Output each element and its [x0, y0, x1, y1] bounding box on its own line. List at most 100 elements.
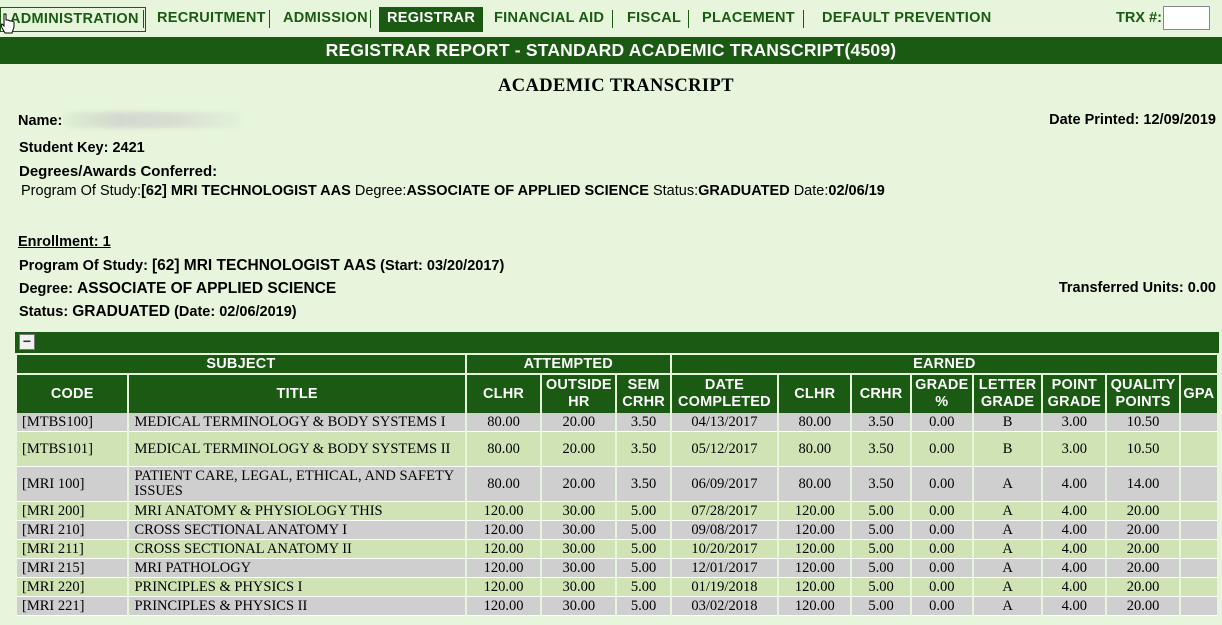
- column-header-sem-crhr: SEM CRHR: [617, 375, 670, 413]
- cell-sem: 5.00: [617, 559, 670, 578]
- column-header-letter-grade: LETTER GRADE: [973, 375, 1042, 413]
- cell-pct: 0.00: [911, 559, 972, 578]
- name-label: Name:: [18, 113, 63, 129]
- transferred-units-value: 0.00: [1187, 280, 1216, 296]
- nav-divider: [688, 10, 689, 28]
- cell-eclhr: 120.00: [779, 540, 851, 559]
- cell-crhr: 3.50: [852, 413, 910, 432]
- nav-admission[interactable]: ADMISSION: [283, 7, 368, 32]
- cell-title: PRINCIPLES & PHYSICS II: [129, 597, 465, 616]
- group-header-earned: EARNED: [671, 355, 1217, 375]
- cell-sem: 5.00: [617, 540, 670, 559]
- report-title-bar: REGISTRAR REPORT - STANDARD ACADEMIC TRA…: [0, 37, 1222, 64]
- cell-title: CROSS SECTIONAL ANATOMY II: [129, 540, 465, 559]
- cell-point: 4.00: [1043, 467, 1106, 502]
- cell-point: 3.00: [1043, 432, 1106, 467]
- cell-gpa: [1180, 502, 1217, 521]
- column-header-date-completed: DATE COMPLETED: [671, 375, 778, 413]
- group-header-attempted: ATTEMPTED: [466, 355, 670, 375]
- cell-letter: A: [973, 467, 1042, 502]
- enrollment-degree-label: Degree:: [19, 281, 73, 297]
- cell-outside: 30.00: [542, 559, 616, 578]
- cell-sem: 5.00: [617, 578, 670, 597]
- cell-sem: 3.50: [617, 467, 670, 502]
- student-name-line: Name:: [18, 112, 243, 129]
- nav-registrar[interactable]: REGISTRAR: [379, 7, 484, 32]
- date-label: Date:: [793, 183, 829, 199]
- cell-code: [MTBS101]: [17, 432, 128, 467]
- cell-pct: 0.00: [911, 502, 972, 521]
- cell-date: 10/20/2017: [671, 540, 778, 559]
- trx-label: TRX #:: [1116, 10, 1162, 26]
- date-printed-value: 12/09/2019: [1143, 112, 1216, 128]
- nav-financial-aid[interactable]: FINANCIAL AID: [494, 7, 604, 32]
- enrollment-program-value: [62] MRI TECHNOLOGIST AAS: [151, 257, 377, 274]
- nav-placement[interactable]: PLACEMENT: [702, 7, 795, 32]
- nav-divider: [479, 10, 480, 28]
- status-value: GRADUATED: [698, 183, 790, 199]
- cell-title: PRINCIPLES & PHYSICS I: [129, 578, 465, 597]
- transferred-units-line: Transferred Units: 0.00: [1059, 280, 1216, 296]
- cell-eclhr: 80.00: [779, 413, 851, 432]
- cell-crhr: 5.00: [852, 559, 910, 578]
- cell-pct: 0.00: [911, 521, 972, 540]
- conferred-degree-line: Program Of Study:[62] MRI TECHNOLOGIST A…: [21, 183, 885, 199]
- table-row: [MRI 215] MRI PATHOLOGY 120.00 30.00 5.00 12/…: [17, 559, 1217, 578]
- nav-default-prevention[interactable]: DEFAULT PREVENTION: [822, 7, 991, 32]
- table-row: [MRI 100] PATIENT CARE, LEGAL, ETHICAL, A…: [17, 467, 1217, 502]
- enrollment-status-label: Status:: [19, 304, 69, 320]
- cell-letter: B: [973, 413, 1042, 432]
- date-printed-line: Date Printed: 12/09/2019: [1049, 112, 1216, 128]
- transferred-units-label: Transferred Units:: [1058, 280, 1184, 296]
- degrees-label: Degrees/Awards Conferred:: [19, 163, 218, 180]
- cell-crhr: 5.00: [852, 578, 910, 597]
- cell-code: [MRI 215]: [17, 559, 128, 578]
- cell-quality: 20.00: [1107, 521, 1179, 540]
- cell-date: 01/19/2018: [671, 578, 778, 597]
- cell-clhr: 120.00: [466, 502, 541, 521]
- cell-point: 4.00: [1043, 521, 1106, 540]
- cell-gpa: [1180, 432, 1217, 467]
- nav-administration[interactable]: ADMINISTRATION: [0, 7, 146, 32]
- column-header-quality-points: QUALITY POINTS: [1107, 375, 1179, 413]
- cell-pct: 0.00: [911, 540, 972, 559]
- enrollment-start-close: ): [499, 258, 505, 274]
- cell-title: MEDICAL TERMINOLOGY & BODY SYSTEMS I: [129, 413, 465, 432]
- cell-date: 05/12/2017: [671, 432, 778, 467]
- cell-letter: A: [973, 578, 1042, 597]
- nav-divider: [269, 10, 270, 28]
- cell-quality: 14.00: [1107, 467, 1179, 502]
- cell-sem: 3.50: [617, 432, 670, 467]
- courses-collapse-bar: −: [15, 332, 1219, 353]
- enrollment-label: Enrollment: 1: [18, 234, 111, 250]
- cell-date: 09/08/2017: [671, 521, 778, 540]
- cell-clhr: 120.00: [466, 521, 541, 540]
- nav-divider: [612, 10, 613, 28]
- cell-clhr: 120.00: [466, 578, 541, 597]
- cell-gpa: [1180, 578, 1217, 597]
- column-header-crhr: CRHR: [852, 375, 910, 413]
- nav-divider: [143, 10, 144, 28]
- enrollment-degree-value: ASSOCIATE OF APPLIED SCIENCE: [77, 280, 337, 297]
- degree-label: Degree:: [354, 183, 407, 199]
- cell-crhr: 5.00: [852, 521, 910, 540]
- cell-clhr: 80.00: [466, 467, 541, 502]
- redacted-name: [64, 112, 243, 128]
- nav-divider: [370, 10, 371, 28]
- table-row: [MTBS100] MEDICAL TERMINOLOGY & BODY SYST…: [17, 413, 1217, 432]
- cell-crhr: 3.50: [852, 432, 910, 467]
- enrollment-start-open: (Start:: [380, 258, 423, 274]
- cell-quality: 10.50: [1107, 432, 1179, 467]
- cell-point: 4.00: [1043, 540, 1106, 559]
- enrollment-status-date-open: (Date:: [174, 304, 216, 320]
- nav-recruitment[interactable]: RECRUITMENT: [157, 7, 266, 32]
- column-header-clhr: CLHR: [466, 375, 541, 413]
- cell-point: 4.00: [1043, 597, 1106, 616]
- cell-point: 4.00: [1043, 502, 1106, 521]
- nav-fiscal[interactable]: FISCAL: [627, 7, 681, 32]
- degree-value: ASSOCIATE OF APPLIED SCIENCE: [406, 183, 649, 199]
- cell-letter: A: [973, 597, 1042, 616]
- trx-input[interactable]: [1163, 6, 1210, 30]
- cell-date: 06/09/2017: [671, 467, 778, 502]
- collapse-button[interactable]: −: [19, 334, 35, 350]
